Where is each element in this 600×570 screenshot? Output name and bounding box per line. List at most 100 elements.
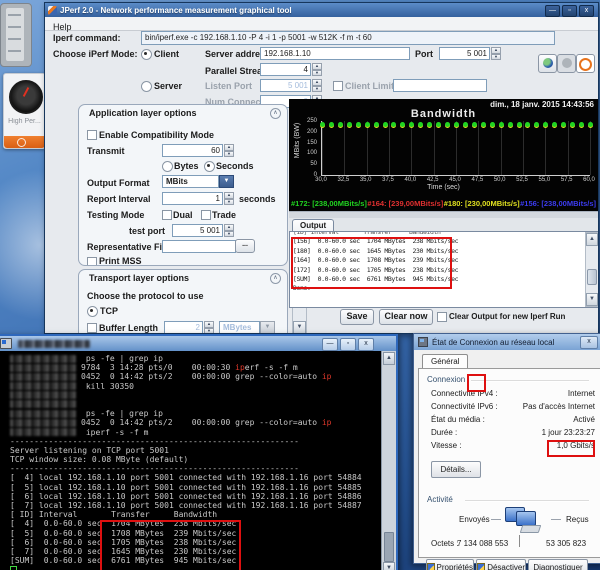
performance-gauge-gadget[interactable]: High Per... bbox=[3, 73, 46, 149]
data-point bbox=[561, 122, 566, 127]
close-icon[interactable]: x bbox=[579, 5, 594, 17]
minimize-icon[interactable]: — bbox=[322, 338, 338, 351]
client-mode-label: Client bbox=[154, 49, 179, 59]
disable-button[interactable]: Désactiver bbox=[476, 559, 526, 570]
minimize-icon[interactable]: — bbox=[545, 5, 560, 17]
dual-label: Dual bbox=[173, 210, 193, 220]
collapse-icon[interactable]: ∧ bbox=[270, 108, 281, 119]
gridline bbox=[568, 121, 569, 175]
server-address-field[interactable]: 192.168.1.10 bbox=[260, 47, 410, 60]
print-mss-checkbox[interactable] bbox=[87, 257, 97, 266]
diagnose-button[interactable]: Diagnostiquer bbox=[528, 559, 588, 570]
iperf-command-label: Iperf command: bbox=[53, 33, 121, 43]
properties-button[interactable]: Propriétés bbox=[426, 559, 474, 570]
jperf-titlebar[interactable]: JPerf 2.0 - Network performance measurem… bbox=[45, 3, 598, 17]
terminal-line: [ 5] local 192.168.1.10 port 5001 connec… bbox=[10, 483, 382, 492]
data-point bbox=[418, 122, 423, 127]
x-tick-label: 30,0 bbox=[315, 177, 327, 183]
scroll-down-icon[interactable]: ▼ bbox=[293, 321, 306, 333]
close-icon[interactable]: x bbox=[580, 336, 598, 349]
clear-now-button[interactable]: Clear now bbox=[379, 309, 433, 325]
combo-arrow-icon[interactable]: ▼ bbox=[219, 175, 234, 188]
test-port-value[interactable]: 5 001 bbox=[172, 224, 223, 237]
browse-button[interactable]: ... bbox=[235, 239, 255, 253]
terminal-text: [SUM] 0.0-60.0 sec 6761 MBytes 945 Mbits… bbox=[10, 556, 236, 565]
data-point bbox=[409, 122, 414, 127]
buffer-length-spinner: 2 ▲▼ bbox=[164, 321, 214, 333]
maximize-icon[interactable]: ▫ bbox=[340, 338, 356, 351]
compatibility-mode-checkbox[interactable] bbox=[87, 130, 97, 140]
representative-file-field[interactable] bbox=[162, 240, 236, 253]
sidebar-gadget[interactable] bbox=[0, 3, 32, 67]
port-spinner[interactable]: 5 001 ▲▼ bbox=[439, 47, 501, 60]
putty-icon bbox=[0, 338, 12, 349]
dual-checkbox[interactable] bbox=[162, 210, 172, 220]
report-interval-spinner[interactable]: 1 ▲▼ bbox=[162, 192, 234, 205]
parallel-streams-value[interactable]: 4 bbox=[260, 63, 311, 76]
group-divider bbox=[465, 500, 589, 502]
scroll-down-icon[interactable]: ▼ bbox=[586, 293, 598, 306]
dialog-titlebar[interactable]: État de Connexion au réseau local bbox=[414, 334, 600, 350]
scrollbar-thumb[interactable] bbox=[384, 532, 394, 562]
terminal-line: iperf -s -f m bbox=[10, 428, 382, 437]
spinner-arrows[interactable]: ▲▼ bbox=[224, 192, 234, 205]
terminal-line: 0452 0 14:42 pts/2 00:00:00 grep --color… bbox=[10, 372, 382, 381]
maximize-icon[interactable]: ▫ bbox=[562, 5, 577, 17]
bytes-radio[interactable] bbox=[162, 161, 173, 172]
server-mode-label: Server bbox=[154, 81, 182, 91]
clear-output-checkbox[interactable] bbox=[437, 312, 447, 322]
buffer-length-checkbox[interactable] bbox=[87, 323, 97, 333]
spinner-arrows[interactable]: ▲▼ bbox=[491, 47, 501, 60]
trade-checkbox[interactable] bbox=[201, 210, 211, 220]
highlighted-match-text: ip bbox=[322, 418, 332, 427]
collapse-icon[interactable]: ∧ bbox=[270, 273, 281, 284]
server-mode-radio[interactable] bbox=[141, 81, 152, 92]
output-scrollbar[interactable]: ▲ ▼ bbox=[585, 232, 598, 307]
test-port-spinner[interactable]: 5 001 ▲▼ bbox=[172, 224, 234, 237]
redacted-text bbox=[10, 400, 76, 408]
output-format-value: MBits bbox=[162, 175, 219, 188]
run-iperf-button[interactable] bbox=[538, 54, 557, 73]
parallel-streams-spinner[interactable]: 4 ▲▼ bbox=[260, 63, 322, 76]
gridline bbox=[478, 121, 479, 175]
spinner-arrows[interactable]: ▲▼ bbox=[224, 224, 234, 237]
highlighted-match-text: ip bbox=[235, 363, 245, 372]
terminal-body[interactable]: ps -fe | grep ip9784 3 14:28 pts/0 00:00… bbox=[0, 351, 382, 570]
save-button[interactable]: Save bbox=[340, 309, 374, 325]
details-button[interactable]: Détails... bbox=[431, 461, 481, 478]
client-limit-label: Client Limit bbox=[345, 81, 394, 91]
spinner-arrows[interactable]: ▲▼ bbox=[312, 63, 322, 76]
tcp-radio[interactable] bbox=[87, 306, 98, 317]
output-textarea[interactable]: [ID] Interval Transfer Bandwidth[156] 0.… bbox=[289, 231, 598, 308]
scrollbar-thumb[interactable] bbox=[587, 269, 597, 285]
spinner-arrows: ▲▼ bbox=[312, 79, 322, 92]
close-icon[interactable]: x bbox=[358, 338, 374, 351]
stop-iperf-button[interactable] bbox=[557, 54, 576, 73]
terminal-scrollbar[interactable]: ▲ ▼ bbox=[381, 351, 396, 570]
spinner-arrows[interactable]: ▲▼ bbox=[224, 144, 234, 157]
jperf-title: JPerf 2.0 - Network performance measurem… bbox=[60, 6, 292, 15]
client-limit-checkbox[interactable] bbox=[333, 81, 343, 91]
redacted-text bbox=[10, 419, 76, 427]
scroll-up-icon[interactable]: ▲ bbox=[586, 233, 598, 246]
computer-activity-icon bbox=[505, 507, 545, 533]
report-interval-value[interactable]: 1 bbox=[162, 192, 223, 205]
terminal-line: [ 4] 0.0-60.0 sec 1704 MBytes 238 Mbits/… bbox=[10, 519, 382, 528]
redacted-text bbox=[10, 410, 76, 418]
uac-shield-icon bbox=[427, 563, 435, 570]
listen-port-label: Listen Port bbox=[205, 81, 252, 91]
scroll-down-icon[interactable]: ▼ bbox=[383, 562, 395, 570]
combo-arrow-icon: ▼ bbox=[260, 321, 275, 333]
scroll-up-icon[interactable]: ▲ bbox=[383, 352, 395, 365]
seconds-radio[interactable] bbox=[204, 161, 215, 172]
port-value[interactable]: 5 001 bbox=[439, 47, 490, 60]
iperf-command-field[interactable]: bin/iperf.exe -c 192.168.1.10 -P 4 -i 1 … bbox=[141, 31, 555, 45]
print-mss-label: Print MSS bbox=[99, 256, 142, 266]
output-format-combo[interactable]: MBits ▼ bbox=[162, 175, 234, 188]
transmit-value[interactable]: 60 bbox=[162, 144, 223, 157]
transmit-spinner[interactable]: 60 ▲▼ bbox=[162, 144, 234, 157]
redacted-text bbox=[10, 382, 76, 390]
gauge-icon bbox=[9, 80, 43, 114]
restart-iperf-button[interactable] bbox=[576, 54, 595, 73]
client-mode-radio[interactable] bbox=[141, 49, 152, 60]
